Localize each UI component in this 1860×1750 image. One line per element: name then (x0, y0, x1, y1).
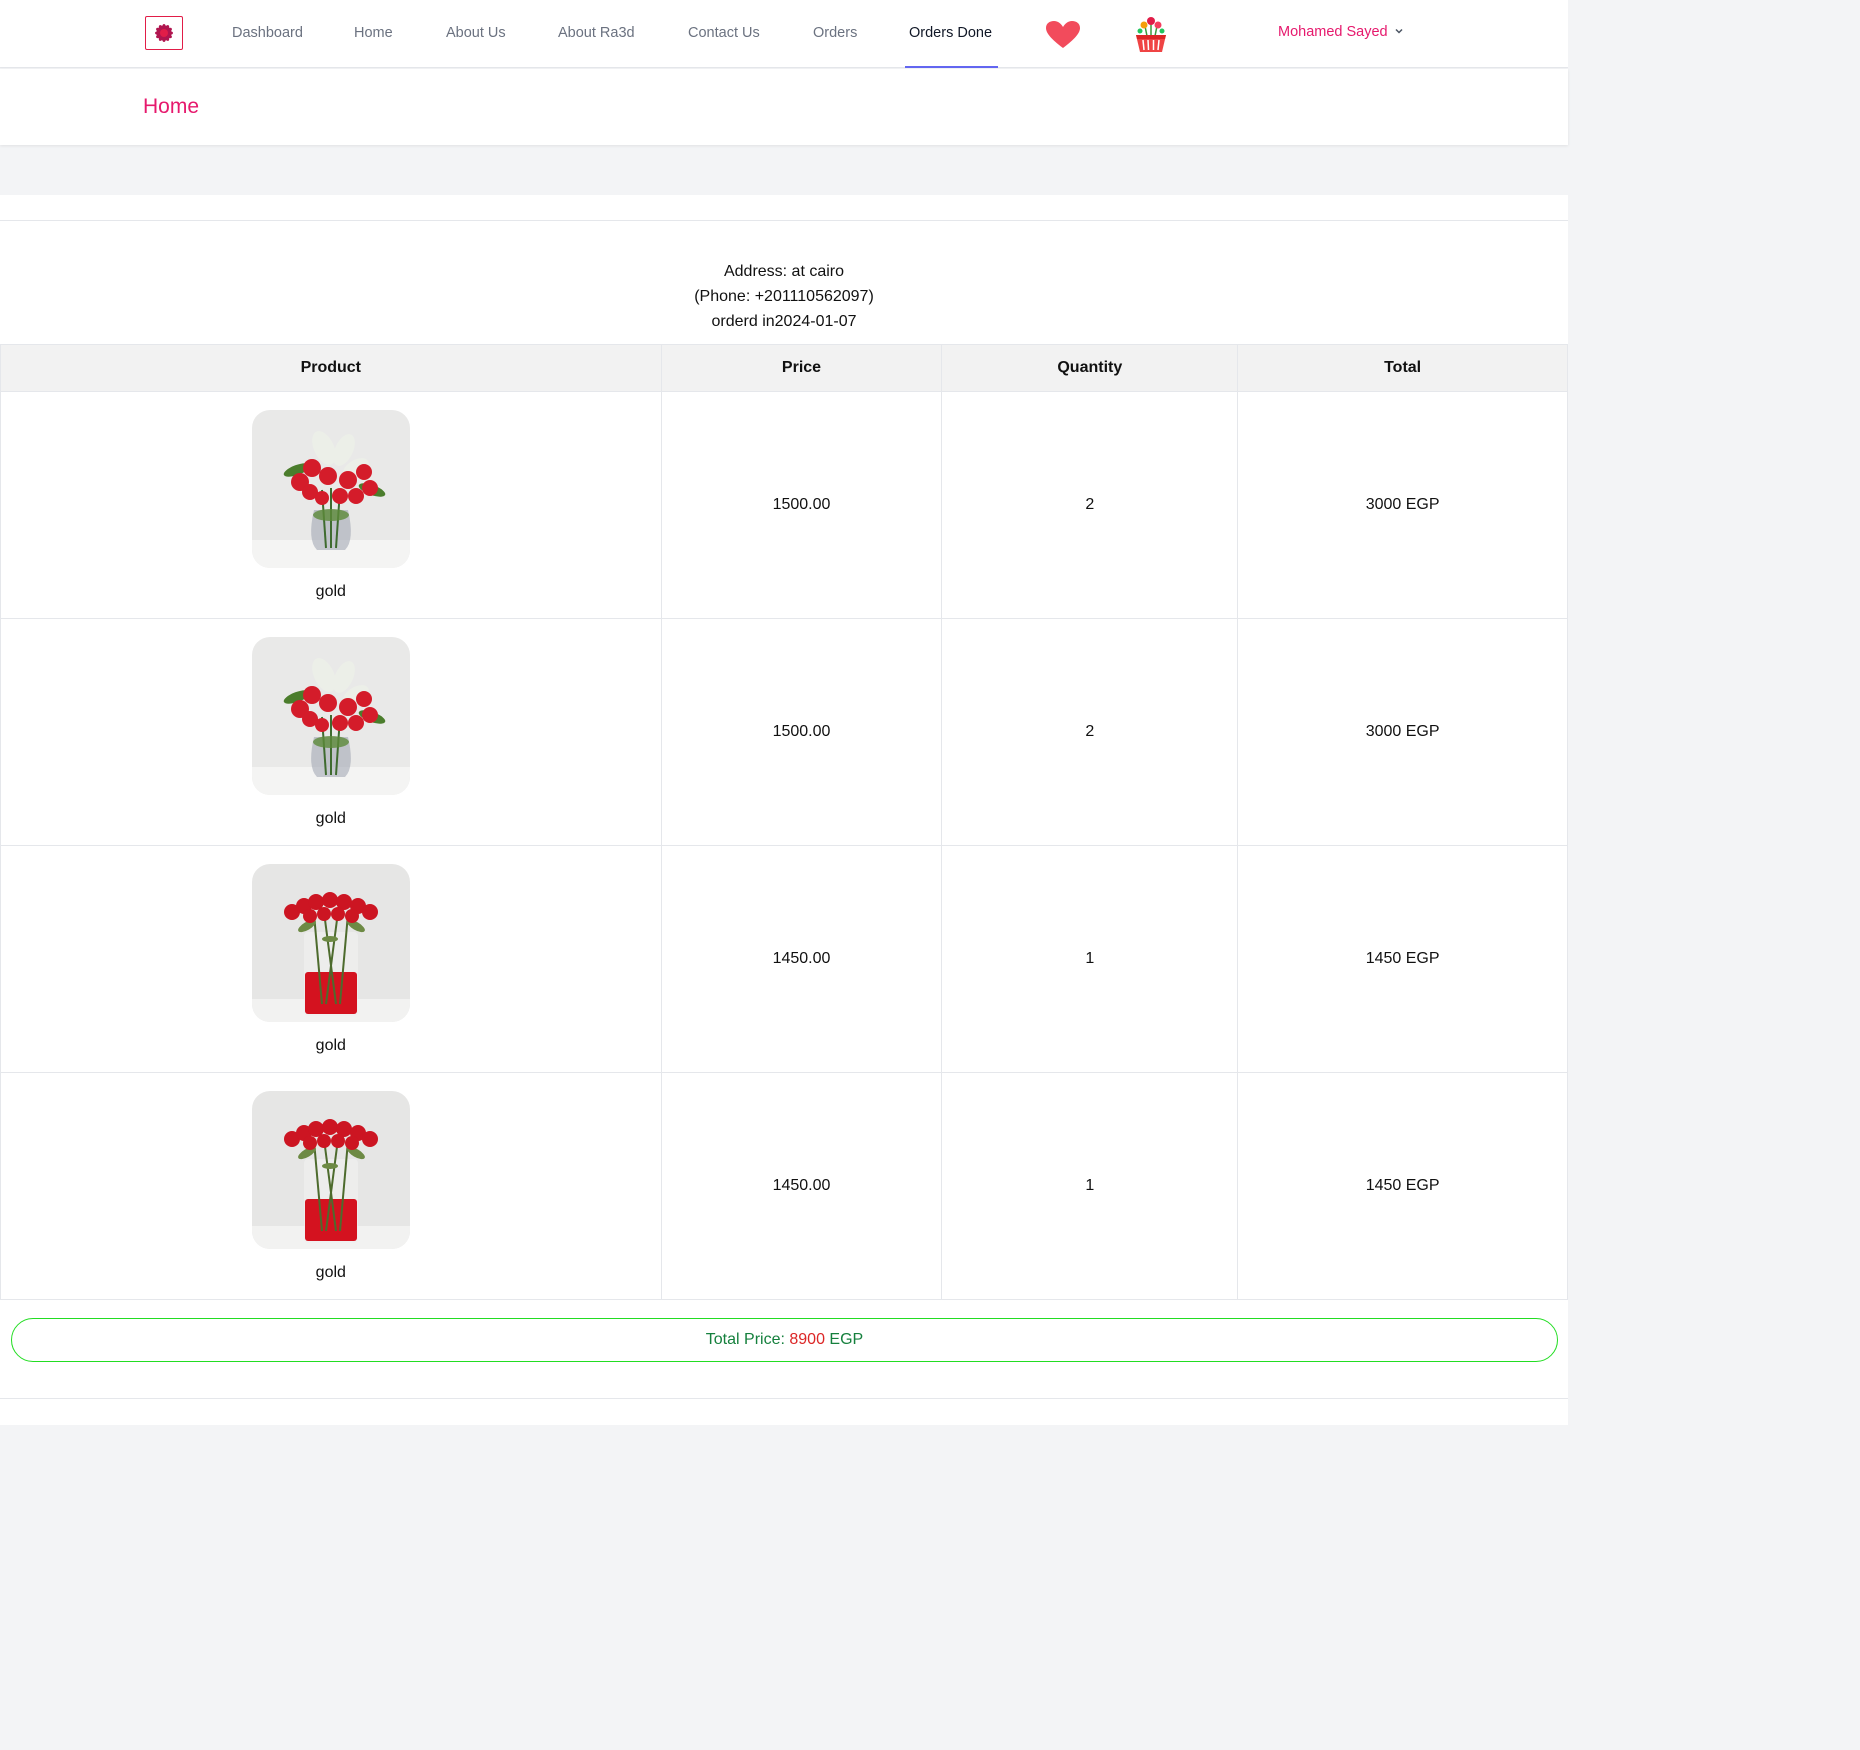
chevron-down-icon (1394, 24, 1404, 40)
nav-link-about-ra3d[interactable]: About Ra3d (558, 25, 635, 41)
user-menu[interactable]: Mohamed Sayed (1278, 24, 1404, 40)
order-info: Address: at cairo (Phone: +201110562097)… (0, 259, 1568, 334)
nav-link-dashboard[interactable]: Dashboard (232, 25, 303, 41)
product-cell: gold (0, 618, 662, 846)
nav-link-orders-done[interactable]: Orders Done (909, 25, 992, 41)
column-header-product: Product (0, 344, 662, 392)
nav-link-about-us[interactable]: About Us (446, 25, 506, 41)
table-row: gold 1450.00 1 1450 EGP (0, 845, 1568, 1073)
product-name: gold (315, 809, 346, 827)
mixed-bouquet-image (251, 636, 410, 795)
total-price-amount: 8900 (789, 1331, 825, 1348)
order-address: Address: at cairo (723, 263, 845, 280)
table-row: gold 1500.00 2 3000 EGP (0, 391, 1568, 619)
total-cell: 3000 EGP (1237, 391, 1568, 619)
product-name: gold (315, 582, 346, 600)
heart-icon[interactable] (1045, 20, 1081, 50)
flower-basket-icon[interactable] (1133, 16, 1169, 54)
product-name: gold (315, 1263, 346, 1281)
total-cell: 3000 EGP (1237, 618, 1568, 846)
column-header-quantity: Quantity (941, 344, 1239, 392)
total-price-box: Total Price: 8900 EGP (11, 1318, 1558, 1362)
page-title: Home (143, 95, 200, 118)
table-header-row: Product Price Quantity Total (0, 344, 1568, 392)
total-cell: 1450 EGP (1237, 845, 1568, 1073)
order-date: orderd in2024-01-07 (711, 313, 857, 330)
logo-icon[interactable] (145, 16, 183, 50)
product-name: gold (315, 1036, 346, 1054)
product-cell: gold (0, 845, 662, 1073)
total-cell: 1450 EGP (1237, 1072, 1568, 1300)
price-cell: 1450.00 (660, 1072, 943, 1300)
active-tab-indicator (905, 66, 998, 68)
column-header-total: Total (1237, 344, 1568, 392)
red-roses-vase-image (251, 863, 410, 1022)
divider (0, 1398, 1568, 1399)
mixed-bouquet-image (251, 409, 410, 568)
nav-link-home[interactable]: Home (354, 25, 393, 41)
product-cell: gold (0, 1072, 662, 1300)
order-items-table: Product Price Quantity Total gold 1500.0… (0, 344, 1568, 1300)
quantity-cell: 1 (941, 1072, 1239, 1300)
top-navbar: Dashboard Home About Us About Ra3d Conta… (0, 0, 1568, 68)
order-phone: (Phone: +201110562097) (694, 288, 874, 305)
nav-link-contact-us[interactable]: Contact Us (688, 25, 760, 41)
price-cell: 1450.00 (660, 845, 943, 1073)
order-details-panel: Address: at cairo (Phone: +201110562097)… (0, 195, 1568, 1425)
column-header-price: Price (660, 344, 943, 392)
user-name: Mohamed Sayed (1278, 24, 1388, 40)
price-cell: 1500.00 (660, 618, 943, 846)
nav-link-orders[interactable]: Orders (813, 25, 857, 41)
quantity-cell: 1 (941, 845, 1239, 1073)
table-row: gold 1500.00 2 3000 EGP (0, 618, 1568, 846)
red-roses-vase-image (251, 1090, 410, 1249)
page-header: Home (0, 69, 1568, 145)
total-price-currency: EGP (824, 1331, 864, 1348)
product-cell: gold (0, 391, 662, 619)
quantity-cell: 2 (941, 618, 1239, 846)
price-cell: 1500.00 (660, 391, 943, 619)
quantity-cell: 2 (941, 391, 1239, 619)
table-row: gold 1450.00 1 1450 EGP (0, 1072, 1568, 1300)
total-price-label: Total Price: (705, 1331, 790, 1348)
divider (0, 220, 1568, 221)
